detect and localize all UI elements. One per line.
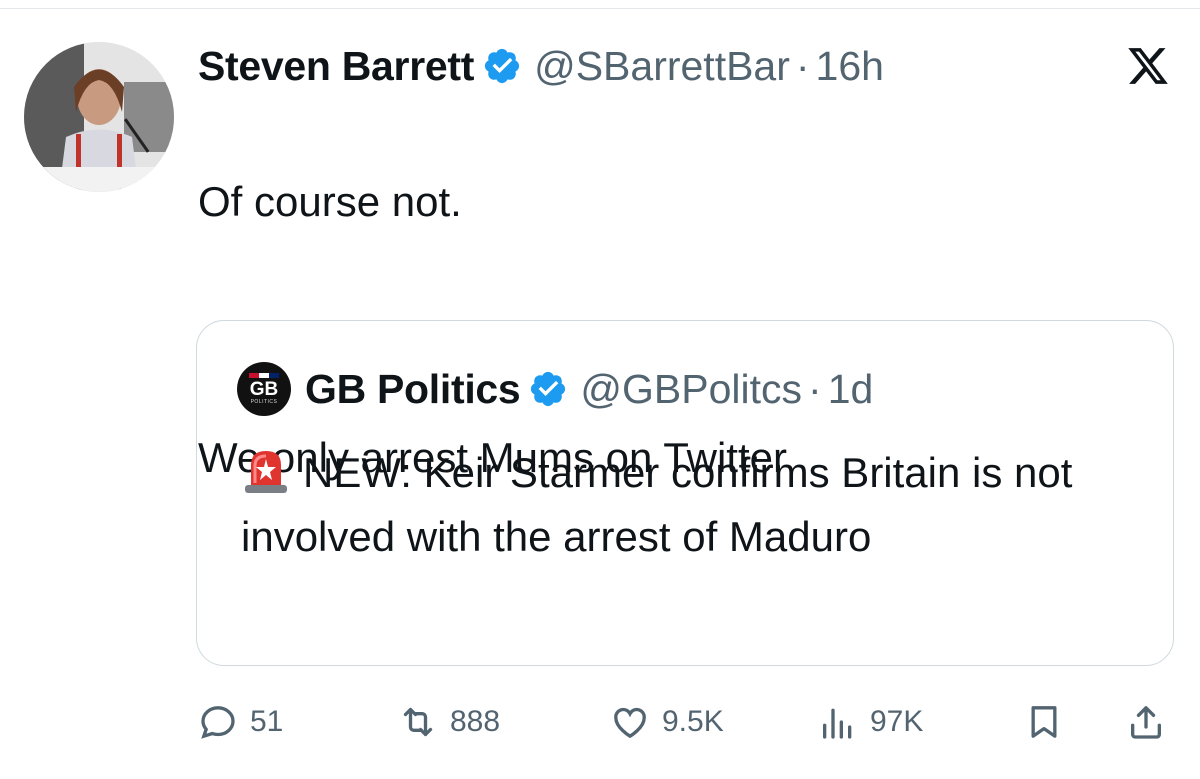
quote-avatar[interactable]: GB POLITICS: [237, 362, 291, 416]
author-avatar[interactable]: [24, 42, 174, 192]
quote-meta-separator: ·: [808, 365, 822, 412]
quote-author-name[interactable]: GB Politics: [305, 366, 521, 413]
quoted-tweet[interactable]: GB POLITICS GB Politics @GBPolitcs · 1d …: [196, 320, 1174, 666]
repost-button[interactable]: 888: [398, 700, 500, 744]
siren-emoji-icon: [245, 451, 287, 493]
like-button[interactable]: 9.5K: [610, 700, 724, 744]
like-icon: [614, 707, 646, 739]
tweet-time[interactable]: 16h: [816, 43, 884, 90]
share-button[interactable]: [1126, 700, 1166, 744]
repost-count: 888: [450, 705, 501, 738]
verified-badge-icon: [484, 48, 520, 84]
tweet-text-line-1: Of course not.: [198, 178, 462, 225]
views-button[interactable]: 97K: [818, 700, 923, 744]
share-icon: [1131, 706, 1161, 739]
quote-text-content: NEW: Keir Starmer confirms Britain is no…: [241, 449, 1073, 560]
repost-icon: [403, 707, 433, 737]
bookmark-icon: [1031, 706, 1057, 738]
x-logo-icon[interactable]: [1126, 44, 1170, 88]
views-count: 97K: [870, 705, 924, 738]
reply-count: 51: [250, 705, 284, 738]
like-count: 9.5K: [662, 705, 724, 738]
quote-header: GB POLITICS GB Politics @GBPolitcs · 1d: [237, 361, 873, 417]
verified-badge-icon: [531, 371, 566, 407]
quote-text: NEW: Keir Starmer confirms Britain is no…: [241, 441, 1141, 569]
flag-strip: [249, 373, 279, 378]
author-handle[interactable]: @SBarrettBar: [534, 43, 790, 90]
quote-author-handle[interactable]: @GBPolitcs: [580, 366, 802, 413]
meta-separator: ·: [795, 42, 810, 89]
avatar-photo: [24, 42, 174, 192]
quote-avatar-subtext: POLITICS: [250, 399, 278, 405]
reply-button[interactable]: 51: [198, 700, 283, 744]
reply-icon: [201, 706, 235, 739]
author-name[interactable]: Steven Barrett: [198, 43, 474, 90]
quote-time[interactable]: 1d: [828, 366, 874, 413]
action-bar: 51 888 9.5K 97K: [198, 700, 1170, 744]
bookmark-button[interactable]: [1024, 700, 1064, 744]
tweet-header: Steven Barrett @SBarrettBar · 16h: [198, 38, 884, 94]
views-icon: [823, 708, 852, 739]
quote-avatar-text: GB: [249, 379, 279, 400]
top-divider: [0, 8, 1200, 9]
